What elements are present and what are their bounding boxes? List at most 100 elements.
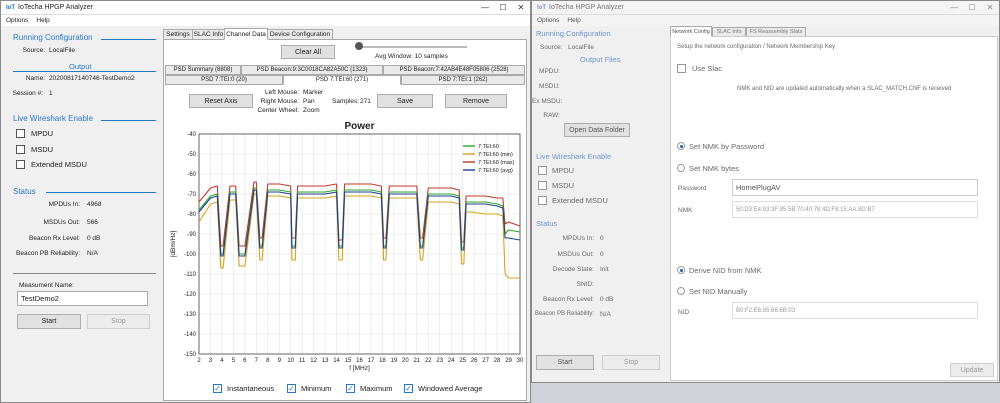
session-label: Session #: <box>12 90 43 97</box>
stop-button[interactable]: Stop <box>602 355 660 370</box>
menu-options[interactable]: Options <box>6 17 28 24</box>
y-tick-label: -120 <box>184 292 197 298</box>
y-tick-label: -80 <box>187 212 196 218</box>
divider <box>101 39 156 40</box>
close-icon[interactable]: ✕ <box>512 1 530 14</box>
minimum-checkbox[interactable]: ✓ <box>287 384 296 393</box>
status-value: 4968 <box>87 201 102 208</box>
nmk-note: NMK and NID are updated automatically wh… <box>737 86 952 92</box>
tab-channel-data[interactable]: Channel Data <box>224 28 268 40</box>
minimize-icon[interactable]: — <box>945 1 963 14</box>
avg-window-slider[interactable] <box>357 46 467 48</box>
tab-network-config[interactable]: Network Config <box>670 26 712 37</box>
output-files-heading: Output Files <box>580 55 621 64</box>
menu-options[interactable]: Options <box>537 17 559 24</box>
minimize-icon[interactable]: — <box>476 1 494 14</box>
running-config-heading: Running Configuration <box>13 33 93 42</box>
status-value: N/A <box>87 250 98 257</box>
x-tick-label: 27 <box>482 358 489 364</box>
measurement-name-label: Measument Name: <box>19 282 74 289</box>
reset-axis-button[interactable]: Reset Axis <box>189 94 253 108</box>
x-tick-label: 10 <box>287 358 294 364</box>
status-label: Beacon PB Reliability: <box>534 311 594 317</box>
source-value: LocalFile <box>49 47 76 54</box>
clear-all-button[interactable]: Clear All <box>281 45 335 59</box>
x-axis-label: f [MHz] <box>349 365 370 372</box>
open-data-folder-button[interactable]: Open Data Folder <box>564 123 630 137</box>
maximize-icon[interactable]: ☐ <box>494 1 512 14</box>
legend-label: 7:TEI:60 (avg) <box>478 168 513 174</box>
status-value: 0 dB <box>87 235 101 242</box>
x-tick-label: 25 <box>459 358 466 364</box>
wireshark-mpdu-checkbox[interactable] <box>16 129 25 138</box>
status-heading: Status <box>13 187 36 196</box>
output-heading: Output <box>69 62 92 71</box>
windowed-average-checkbox[interactable]: ✓ <box>404 384 413 393</box>
menu-help[interactable]: Help <box>36 17 49 24</box>
derive-nid-radio[interactable] <box>677 266 685 274</box>
y-tick-label: -140 <box>184 332 197 338</box>
subtab-psd-beacon-7[interactable]: PSD Beacon:7:42AB4E48F05806 (2528) <box>383 65 525 75</box>
nid-input[interactable]: B0:F2:E6:95:66:6B:03 <box>732 302 978 319</box>
wireshark-msdu-checkbox[interactable] <box>16 145 25 154</box>
y-tick-label: -100 <box>184 252 197 258</box>
y-tick-label: -50 <box>187 152 196 158</box>
instantaneous-checkbox[interactable]: ✓ <box>213 384 222 393</box>
set-nmk-bytes-radio[interactable] <box>677 164 685 172</box>
wireshark-heading: Live Wireshark Enable <box>13 114 94 123</box>
output-field-label: Ex MSDU: <box>532 98 563 105</box>
password-input[interactable]: HomePlugAV <box>732 179 978 196</box>
x-tick-label: 17 <box>368 358 375 364</box>
x-tick-label: 30 <box>517 358 524 364</box>
set-nmk-password-radio[interactable] <box>677 142 685 150</box>
wireshark-ext-msdu-checkbox[interactable] <box>538 196 547 205</box>
samples-label: Samples: <box>332 98 360 105</box>
maximize-icon[interactable]: ☐ <box>963 1 981 14</box>
maximum-checkbox[interactable]: ✓ <box>346 384 355 393</box>
x-tick-label: 16 <box>356 358 363 364</box>
app-logo-icon: IoT <box>6 4 15 11</box>
subtab-psd-summary[interactable]: PSD Summary (8808) <box>165 65 241 75</box>
wireshark-msdu-label: MSDU <box>552 181 575 190</box>
close-icon[interactable]: ✕ <box>981 1 999 14</box>
start-button[interactable]: Start <box>536 355 594 370</box>
menu-help[interactable]: Help <box>567 17 580 24</box>
use-slac-checkbox[interactable] <box>677 64 686 73</box>
use-slac-label: Use Slac <box>692 64 723 73</box>
mouse-help-key: Center Wheel: <box>257 107 299 114</box>
stop-button[interactable]: Stop <box>87 314 150 329</box>
subtab-psd-tei-60[interactable]: PSD 7:TEI:60 (271) <box>283 75 401 85</box>
subtab-psd-tei-1[interactable]: PSD 7:TEI:1 (262) <box>401 75 525 85</box>
password-label: Password <box>678 185 707 192</box>
x-tick-label: 23 <box>436 358 443 364</box>
subtab-psd-tei-0[interactable]: PSD 7:TEI:0 (20) <box>165 75 283 85</box>
wireshark-ext-msdu-checkbox[interactable] <box>16 160 25 169</box>
y-tick-label: -70 <box>187 192 196 198</box>
y-tick-label: -60 <box>187 172 196 178</box>
x-tick-label: 13 <box>322 358 329 364</box>
start-button[interactable]: Start <box>17 314 81 329</box>
power-chart[interactable]: -40 -50 -60 -70 -80 -90 -100 -110 -120 -130 -140 -1… <box>165 114 525 380</box>
set-nid-manual-label: Set NID Manually <box>689 287 748 296</box>
chart-title: Power <box>344 121 374 132</box>
subtab-psd-beacon-9[interactable]: PSD Beacon:9:3C0018CA82A50C (1323) <box>241 65 383 75</box>
wireshark-mpdu-checkbox[interactable] <box>538 166 547 175</box>
nmk-input[interactable]: 50:D3:E4:93:3F:85:5B:70:40:78:4D:F8:15:A… <box>732 201 978 218</box>
name-label: Name: <box>25 75 45 82</box>
status-label: MSDUs Out: <box>557 251 594 258</box>
update-button[interactable]: Update <box>950 363 994 377</box>
save-button[interactable]: Save <box>377 94 433 108</box>
wireshark-msdu-checkbox[interactable] <box>538 181 547 190</box>
remove-button[interactable]: Remove <box>445 94 507 108</box>
legend-label: 7:TEI:60 (max) <box>478 160 515 166</box>
set-nid-manual-radio[interactable] <box>677 287 685 295</box>
output-field-label: RAW: <box>543 112 560 119</box>
windowed-average-label: Windowed Average <box>418 384 483 393</box>
measurement-name-input[interactable]: TestDemo2 <box>17 291 148 306</box>
x-tick-label: 28 <box>494 358 501 364</box>
avg-window-slider-thumb[interactable] <box>355 42 363 50</box>
x-tick-label: 21 <box>413 358 420 364</box>
y-tick-label: -130 <box>184 312 197 318</box>
mouse-help-value: Pan <box>303 98 315 105</box>
y-tick-label: -90 <box>187 232 196 238</box>
